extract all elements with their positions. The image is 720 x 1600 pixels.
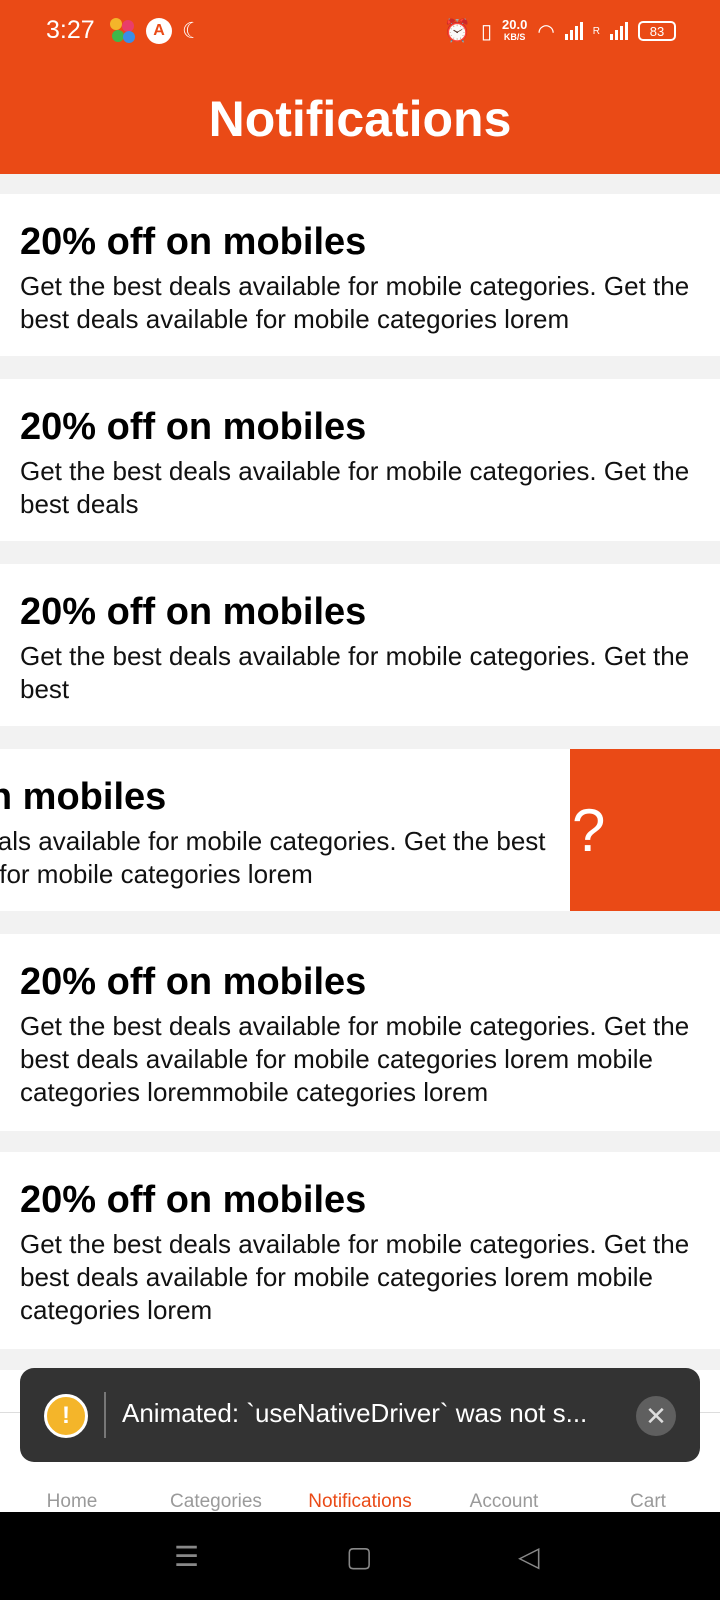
notification-title: 20% off on mobiles bbox=[20, 961, 367, 1003]
back-icon[interactable]: ◁ bbox=[518, 1540, 540, 1573]
notification-card[interactable]: 20% off on mobiles Get the best deals av… bbox=[0, 379, 720, 541]
notification-title: 20% off on mobiles bbox=[20, 221, 367, 263]
network-speed: 20.0 KB/S bbox=[502, 17, 528, 43]
toast-divider bbox=[104, 1392, 106, 1438]
notification-card[interactable]: 20% off on mobiles Get the best deals av… bbox=[0, 564, 720, 726]
vibrate-icon: ▯ bbox=[480, 20, 492, 43]
network-speed-value: 20.0 bbox=[502, 17, 528, 32]
swipe-action-button[interactable]: ? bbox=[570, 749, 720, 911]
roaming-label: R bbox=[592, 25, 600, 37]
notification-body: Get the best deals available for mobile … bbox=[20, 641, 690, 704]
notification-content: 20% off on mobiles Get the best deals av… bbox=[0, 773, 546, 891]
tab-label: Notifications bbox=[308, 1491, 412, 1512]
page-title: Notifications bbox=[208, 91, 512, 147]
notification-body: Get the best deals available for mobile … bbox=[20, 1229, 690, 1325]
warning-icon: ! bbox=[44, 1394, 88, 1438]
battery-level: 83 bbox=[649, 23, 665, 39]
do-not-disturb-icon: ☾ bbox=[182, 18, 202, 43]
alarm-icon: ⏰ bbox=[443, 18, 471, 43]
app-notification-icon bbox=[110, 18, 136, 44]
status-right-icons: ⏰ ▯ 20.0 KB/S ◠ R 83 bbox=[444, 18, 676, 44]
a-app-icon: A bbox=[146, 18, 172, 44]
close-icon[interactable]: ✕ bbox=[636, 1396, 676, 1436]
notification-card[interactable]: 20% off on mobiles Get the best deals av… bbox=[0, 934, 720, 1131]
notification-title: 20% off on mobiles bbox=[20, 1179, 367, 1221]
notification-body: Get the best deals available for mobile … bbox=[20, 271, 690, 334]
tab-label: Categories bbox=[170, 1491, 262, 1512]
home-button-icon[interactable]: ▢ bbox=[346, 1540, 372, 1573]
notification-body: Get the best deals available for mobile … bbox=[20, 456, 690, 519]
status-bar: 3:27 A ☾ ⏰ ▯ 20.0 KB/S ◠ R 83 bbox=[0, 0, 720, 64]
warning-icon-glyph: ! bbox=[62, 1402, 70, 1429]
status-time: 3:27 bbox=[46, 16, 95, 44]
signal-icon bbox=[564, 22, 583, 40]
swipe-action-label: ? bbox=[572, 796, 606, 864]
network-speed-unit: KB/S bbox=[503, 32, 526, 42]
signal-icon-2 bbox=[610, 22, 628, 40]
notification-card[interactable]: 20% off on mobiles Get the best deals av… bbox=[0, 1152, 720, 1349]
warning-toast[interactable]: ! Animated: `useNativeDriver` was not s.… bbox=[20, 1368, 700, 1462]
notification-title: 20% off on mobiles bbox=[20, 406, 367, 448]
battery-icon: 83 bbox=[638, 21, 676, 41]
menu-icon[interactable]: ☰ bbox=[174, 1540, 199, 1573]
tab-label: Cart bbox=[630, 1491, 666, 1512]
wifi-icon: ◠ bbox=[537, 20, 555, 43]
app-header: 3:27 A ☾ ⏰ ▯ 20.0 KB/S ◠ R 83 Notificati… bbox=[0, 0, 720, 174]
notification-body: Get the best deals available for mobile … bbox=[20, 1011, 690, 1107]
notification-card[interactable]: 20% off on mobiles Get the best deals av… bbox=[0, 194, 720, 356]
notification-card-swiped[interactable]: 20% off on mobiles Get the best deals av… bbox=[0, 749, 720, 911]
notification-body: Get the best deals available for mobile … bbox=[0, 826, 546, 889]
status-left-icons: A ☾ bbox=[110, 18, 202, 44]
tab-label: Home bbox=[46, 1491, 98, 1512]
notification-title: 20% off on mobiles bbox=[0, 776, 167, 818]
system-navigation-bar: ☰ ▢ ◁ bbox=[0, 1512, 720, 1600]
toast-message[interactable]: Animated: `useNativeDriver` was not s... bbox=[122, 1398, 632, 1429]
notification-title: 20% off on mobiles bbox=[20, 591, 367, 633]
tab-label: Account bbox=[469, 1491, 539, 1512]
